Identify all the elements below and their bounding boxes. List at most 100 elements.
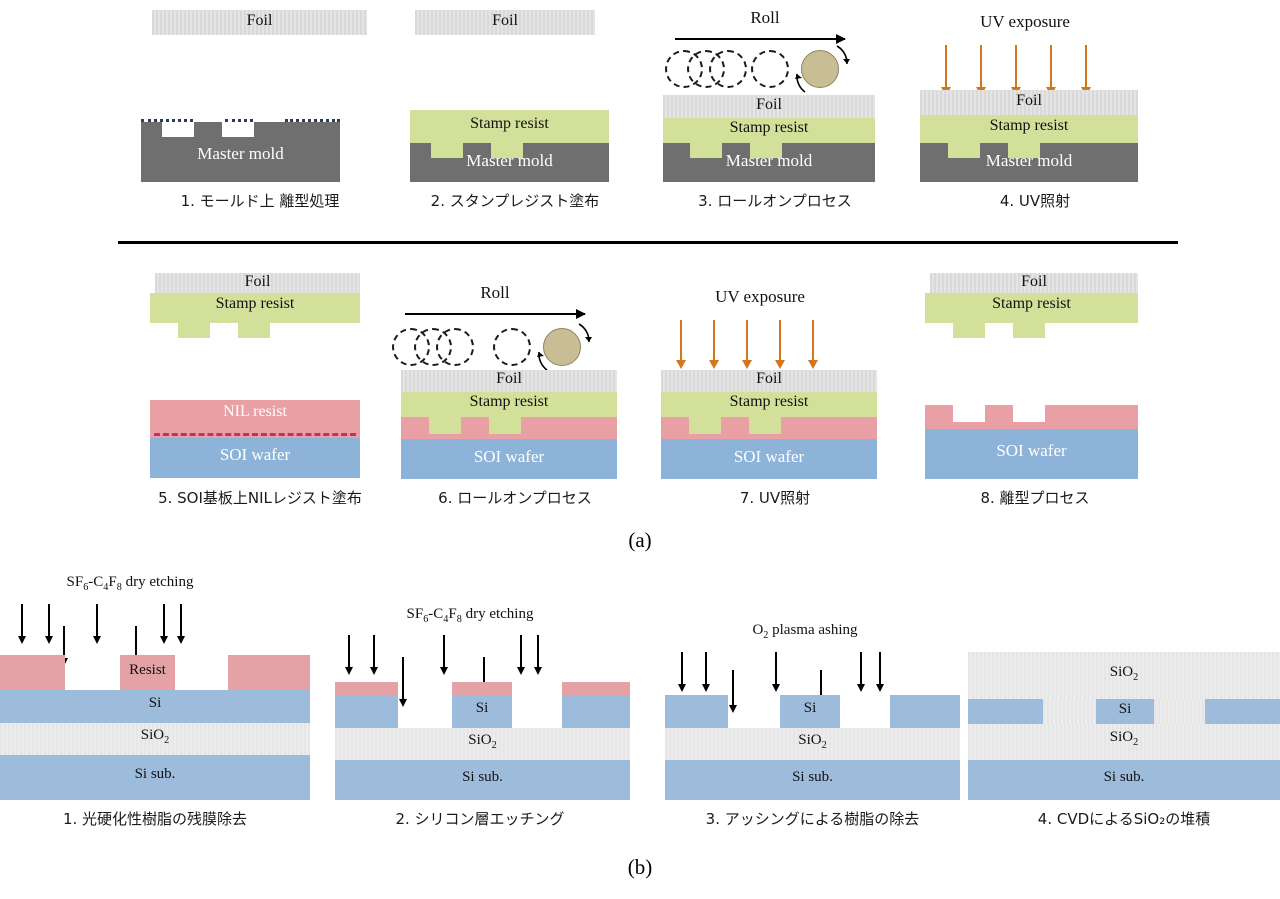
soi-wafer-label: SOI wafer (996, 441, 1067, 460)
caption-a-step-4: 4. UV照射 (999, 192, 1071, 210)
si-mesa-right (890, 695, 960, 728)
sio2-gap-right (1154, 699, 1205, 724)
nil-resist-label: NIL resist (223, 403, 287, 420)
foil-label: Foil (244, 273, 271, 290)
si-sub-label: Si sub. (134, 766, 176, 782)
stamp-resist-layer: Stamp resist (410, 110, 609, 143)
si-substrate-layer: Si sub. (968, 760, 1280, 800)
stamp-resist-label: Stamp resist (989, 117, 1069, 134)
si-substrate-layer: Si sub. (335, 760, 630, 800)
si-label: Si (803, 700, 817, 716)
stamp-resist-layer: Stamp resist (401, 392, 617, 417)
si-sub-label: Si sub. (1103, 769, 1145, 785)
roller-ghost-4 (493, 328, 531, 366)
stamp-protrusion-2 (1013, 323, 1045, 338)
panel-a-step-4: UV exposure Foil Stamp resist Master mol… (885, 0, 1185, 230)
caption-b-step-4: 4. CVDによるSiO₂の堆積 (1037, 810, 1211, 828)
stamp-resist-layer: Stamp resist (661, 392, 877, 417)
mold-trench-fill-2 (491, 143, 523, 158)
foil-label: Foil (492, 12, 518, 29)
uv-exposure-label: UV exposure (715, 287, 805, 306)
caption-b-step-2: 2. シリコン層エッチング (395, 810, 565, 828)
mold-trench-1 (162, 122, 194, 137)
sio2-layer: SiO2 (0, 723, 310, 755)
si-sub-label: Si sub. (792, 769, 833, 785)
stamp-resist-label: Stamp resist (470, 115, 549, 132)
mold-trench-fill-2 (1008, 143, 1040, 158)
foil-layer: Foil (663, 95, 875, 118)
stamp-imprint-2 (489, 417, 521, 434)
si-label: Si (148, 695, 162, 711)
sio2-label: SiO2 (140, 727, 170, 746)
nil-trench-1 (953, 405, 985, 422)
dry-etching-label: SF6-C4F8 dry etching (0, 574, 260, 593)
etch-formula: SF6-C4F8 dry etching (66, 574, 194, 593)
nil-adhesion-dashed-line (154, 433, 356, 436)
caption-b-step-3: 3. アッシングによる樹脂の除去 (705, 810, 920, 828)
si-mesa-left (665, 695, 728, 728)
resist-block-right (228, 655, 310, 690)
foil-layer: Foil (661, 370, 877, 392)
caption-a-step-3: 3. ロールオンプロセス (698, 192, 852, 210)
section-divider (118, 241, 1178, 244)
soi-wafer-label: SOI wafer (473, 447, 545, 466)
soi-wafer-layer: SOI wafer (925, 429, 1138, 479)
figure-root: Foil Master mold 1. モールド上 離型処理 Foil Stam… (0, 0, 1280, 899)
si-bar-right (1205, 699, 1280, 724)
stamp-resist-label: Stamp resist (729, 119, 809, 136)
mold-trench-fill-1 (948, 143, 980, 158)
soi-wafer-label: SOI wafer (733, 447, 805, 466)
resist-block-mid: Resist (120, 655, 175, 690)
roller-ghost-3 (436, 328, 474, 366)
panel-b-step-3: O2 plasma ashing Si SiO2 Si sub. 3. アッシン… (655, 560, 985, 830)
buried-sio2-layer: SiO2 (968, 724, 1280, 760)
si-mesa-right (562, 695, 630, 728)
si-mesa-mid: Si (452, 695, 512, 728)
stamp-resist-layer: Stamp resist (920, 115, 1138, 143)
stamp-protrusion-2 (238, 323, 270, 338)
caption-a-step-2: 2. スタンプレジスト塗布 (430, 192, 600, 210)
cvd-sio2-layer: SiO2 (968, 652, 1280, 699)
master-mold-label: Master mold (197, 144, 284, 163)
stamp-protrusion-1 (178, 323, 210, 338)
subfigure-a-label: (a) (628, 528, 652, 552)
dry-etching-label: SF6-C4F8 dry etching (340, 606, 600, 625)
foil-label: Foil (756, 96, 782, 113)
si-label: Si (1118, 701, 1132, 717)
si-layer: Si (0, 690, 310, 723)
roll-label: Roll (750, 8, 780, 27)
roller-rotation-icon (795, 45, 850, 93)
stamp-resist-layer: Stamp resist (925, 293, 1138, 323)
mold-trench-fill-2 (750, 143, 782, 158)
buried-sio2-label: SiO2 (1109, 729, 1139, 748)
si-mesa-left (335, 695, 398, 728)
panel-b-step-1: SF6-C4F8 dry etching Resist Si SiO2 Si s… (0, 560, 320, 830)
resist-cap-right (562, 682, 630, 695)
resist-block-left (0, 655, 65, 690)
stamp-imprint-1 (689, 417, 721, 434)
resist-label: Resist (129, 662, 166, 678)
uv-exposure-label: UV exposure (980, 12, 1070, 31)
roller-rotation-icon (537, 323, 592, 371)
caption-a-step-6: 6. ロールオンプロセス (438, 489, 592, 507)
ashing-label: O2 plasma ashing (685, 622, 925, 641)
foil-layer: Foil (152, 10, 367, 35)
stamp-imprint-2 (749, 417, 781, 434)
caption-b-step-1: 1. 光硬化性樹脂の残膜除去 (62, 810, 248, 828)
si-substrate-layer: Si sub. (0, 755, 310, 800)
mold-trench-fill-1 (690, 143, 722, 158)
foil-label: Foil (1021, 273, 1047, 290)
si-substrate-layer: Si sub. (665, 760, 960, 800)
foil-layer: Foil (401, 370, 617, 392)
mold-trench-2 (222, 122, 254, 137)
panel-a-step-2: Foil Stamp resist Master mold 2. スタンプレジス… (365, 0, 665, 230)
etch-formula: SF6-C4F8 dry etching (406, 606, 534, 625)
si-mesa-mid: Si (780, 695, 840, 728)
panel-a-step-8: Foil Stamp resist SOI wafer 8. 離型プロセス (885, 265, 1185, 510)
resist-cap-mid (452, 682, 512, 695)
sio2-gap-left (1043, 699, 1096, 724)
soi-wafer-label: SOI wafer (219, 445, 291, 464)
foil-layer: Foil (155, 273, 360, 293)
panel-a-step-7: UV exposure Foil Stamp resist SOI wafer … (625, 265, 925, 510)
sio2-layer: SiO2 (335, 728, 630, 760)
